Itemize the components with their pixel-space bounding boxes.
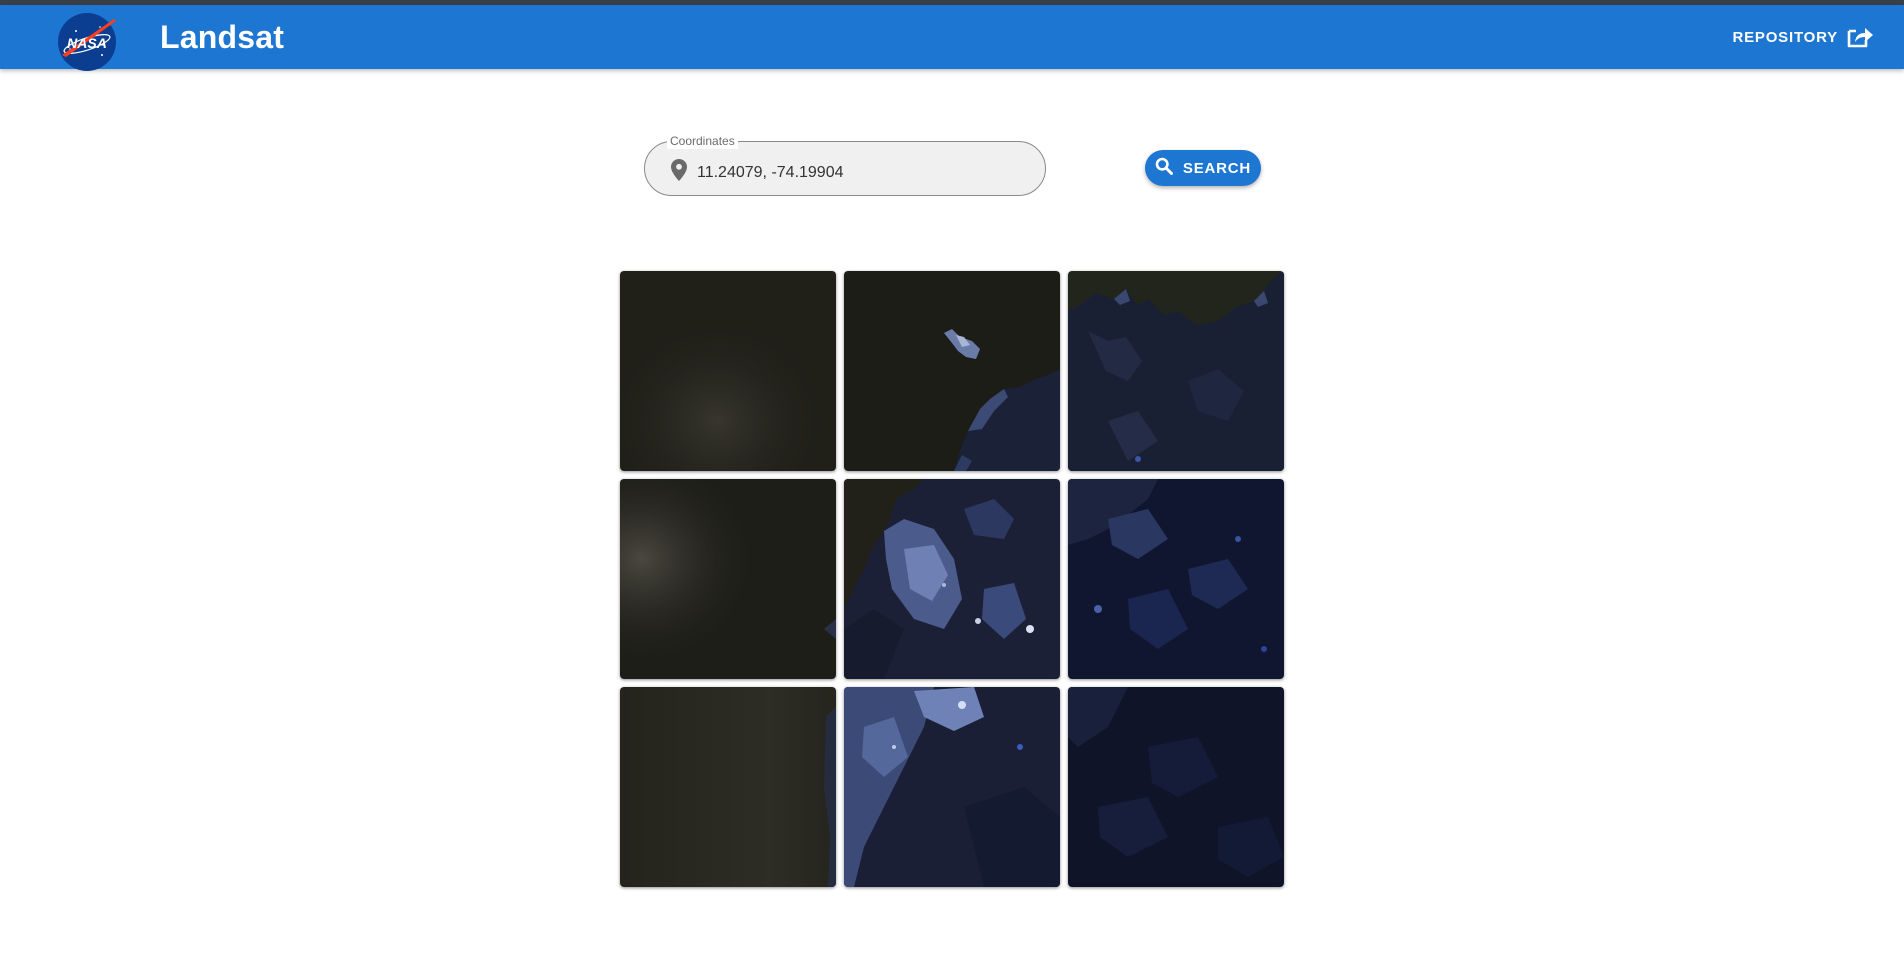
search-button-label: SEARCH	[1182, 159, 1252, 177]
coordinates-field[interactable]: Coordinates	[644, 133, 1046, 196]
satellite-tile-r1c2[interactable]	[844, 271, 1060, 471]
svg-text:NASA: NASA	[67, 35, 107, 51]
repository-link[interactable]: REPOSITORY	[1732, 25, 1874, 49]
magnifier-icon	[1155, 157, 1173, 179]
coordinates-label: Coordinates	[667, 133, 738, 149]
search-button[interactable]: SEARCH	[1145, 150, 1261, 186]
satellite-tile-r1c3[interactable]	[1068, 271, 1284, 471]
open-in-new-icon	[1846, 25, 1874, 49]
location-pin-icon	[671, 159, 687, 186]
app-bar: NASA Landsat REPOSITORY	[0, 5, 1904, 71]
coordinates-input[interactable]	[697, 159, 1017, 187]
app-title: Landsat	[160, 19, 285, 55]
nasa-logo[interactable]: NASA	[56, 11, 118, 73]
satellite-tile-r2c3[interactable]	[1068, 479, 1284, 679]
repository-label: REPOSITORY	[1732, 28, 1838, 46]
satellite-tile-r2c1[interactable]	[620, 479, 836, 679]
satellite-tile-r3c1[interactable]	[620, 687, 836, 887]
satellite-tile-grid	[620, 271, 1284, 887]
satellite-tile-r3c3[interactable]	[1068, 687, 1284, 887]
satellite-tile-r3c2[interactable]	[844, 687, 1060, 887]
satellite-tile-r1c1[interactable]	[620, 271, 836, 471]
satellite-tile-r2c2[interactable]	[844, 479, 1060, 679]
